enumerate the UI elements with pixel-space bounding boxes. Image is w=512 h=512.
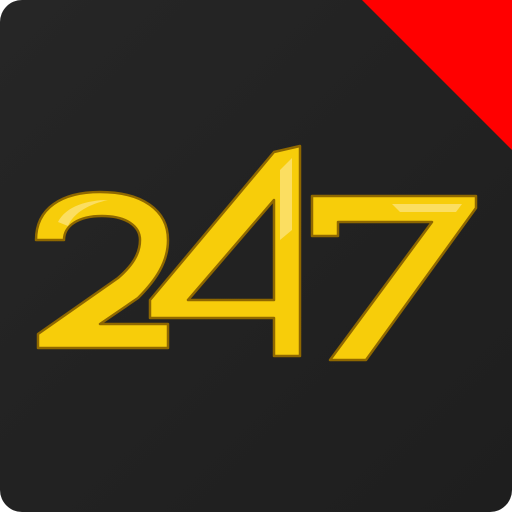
logo-highlight (392, 204, 462, 212)
logo-highlight (280, 158, 292, 240)
app-icon[interactable]: 247 (0, 0, 512, 512)
app-icon-graphic (0, 0, 512, 512)
